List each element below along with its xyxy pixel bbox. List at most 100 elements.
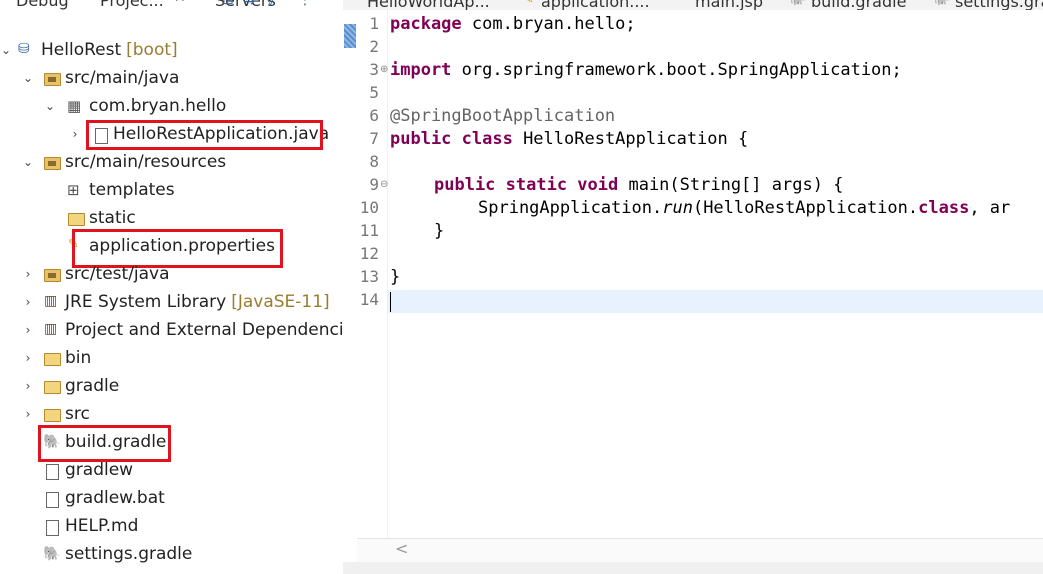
chevron-down-icon[interactable]: ⌄ (22, 71, 34, 85)
editor-tab-build-gradle[interactable]: build.gradle (811, 0, 906, 10)
tree-item-project[interactable]: ⌄ ⛁ HelloRest [boot] (0, 38, 343, 66)
folder-icon (44, 381, 61, 394)
code-line-13: } (390, 267, 400, 287)
code-line-3: import org.springframework.boot.SpringAp… (390, 60, 902, 80)
line-number: 1 (369, 14, 379, 33)
fold-expand-icon[interactable]: ⊕ (380, 64, 388, 75)
editor-tab-application[interactable]: application.... (541, 0, 650, 10)
package-icon: ▦ (67, 97, 82, 115)
tree-label: src/test/java (65, 264, 170, 284)
horizontal-scrollbar[interactable]: < (357, 538, 1043, 563)
source-folder-icon (44, 157, 61, 170)
line-number: 8 (369, 152, 379, 171)
chevron-down-icon[interactable]: ⌄ (0, 43, 12, 57)
library-icon: ▥ (44, 293, 58, 309)
project-decoration: [boot] (126, 40, 178, 60)
tree-item-templates[interactable]: ⊞ templates (0, 178, 343, 206)
folder-icon (44, 409, 61, 422)
tree-item-jre[interactable]: › ▥ JRE System Library [JavaSE-11] (0, 290, 343, 318)
tree-label: JRE System Library (65, 292, 227, 312)
keyword: public static void (434, 175, 619, 195)
tree-item-src-main-java[interactable]: ⌄ src/main/java (0, 66, 343, 94)
code-text: HelloRestApplication { (512, 129, 749, 149)
tab-debug[interactable]: Debug (16, 0, 69, 10)
line-number: 13 (359, 267, 379, 286)
editor-tab-bar: HelloWorldAp... ✎ application.... main.j… (343, 0, 1043, 10)
code-line-7: public class HelloRestApplication { (390, 129, 748, 149)
keyword: public class (390, 129, 513, 149)
fold-collapse-icon[interactable]: ⊖ (380, 179, 388, 190)
chevron-right-icon[interactable]: › (22, 351, 34, 365)
tree-item-settings-gradle[interactable]: 🐘 settings.gradle (0, 542, 343, 570)
current-line-highlight (388, 290, 1043, 313)
view-menu-icon[interactable]: ⋮ (298, 0, 312, 8)
gradle-elephant-icon: 🐘 (43, 546, 61, 562)
tree-label: src/main/java (65, 68, 180, 88)
tree-item-gradlew[interactable]: gradlew (0, 458, 343, 486)
code-text: , ar (969, 198, 1011, 218)
annotation: @SpringBootApplication (390, 106, 616, 126)
tree-item-bin[interactable]: › bin (0, 346, 343, 374)
tree-item-gradlew-bat[interactable]: gradlew.bat (0, 486, 343, 514)
keyword: import (390, 60, 452, 80)
tree-item-gradle[interactable]: › gradle (0, 374, 343, 402)
code-text: (HelloRestApplication. (692, 198, 919, 218)
editor-tab-settings-gradle[interactable]: settings.gra (955, 0, 1043, 10)
gradle-elephant-icon: 🐘 (789, 0, 805, 7)
source-folder-icon (44, 269, 61, 282)
code-text: main(String[] args) { (618, 175, 844, 195)
chevron-right-icon[interactable]: › (22, 407, 34, 421)
line-number: 6 (369, 106, 379, 125)
keyword: class (918, 198, 970, 218)
project-label: HelloRest (41, 40, 122, 60)
code-text: org.springframework.boot.SpringApplicati… (451, 60, 902, 80)
tab-project-explorer[interactable]: Projec... (100, 0, 164, 10)
highlight-box (38, 425, 171, 462)
method-call: run (662, 198, 693, 218)
properties-file-icon: ✎ (523, 0, 534, 7)
tree-label: com.bryan.hello (89, 96, 227, 116)
line-number: 11 (359, 221, 379, 240)
tree-item-src-main-resources[interactable]: ⌄ src/main/resources (0, 150, 343, 178)
chevron-right-icon[interactable]: › (22, 267, 34, 281)
line-number: 9 (369, 175, 379, 194)
scroll-left-icon[interactable]: < (395, 539, 408, 558)
code-text: com.bryan.hello; (461, 14, 636, 34)
chevron-down-icon[interactable]: ⌄ (22, 155, 34, 169)
tree-item-package[interactable]: ⌄ ▦ com.bryan.hello (0, 94, 343, 122)
tree-label: src (65, 404, 90, 424)
close-tab-icon[interactable]: ✕ (174, 0, 186, 6)
editor-tab-main-jsp[interactable]: main.jsp (695, 0, 763, 10)
tree-label: settings.gradle (65, 544, 193, 564)
project-icon: ⛁ (18, 41, 30, 57)
tree-item-help-md[interactable]: HELP.md (0, 514, 343, 542)
chevron-right-icon[interactable]: › (22, 295, 34, 309)
code-editor[interactable]: HelloWorldAp... ✎ application.... main.j… (343, 0, 1043, 574)
text-caret (390, 292, 391, 312)
tree-label: Project and External Dependencie (65, 320, 344, 340)
markdown-file-icon (46, 520, 59, 536)
file-icon (46, 492, 59, 508)
chevron-right-icon[interactable]: › (22, 323, 34, 337)
gradle-elephant-icon: 🐘 (933, 0, 949, 7)
code-line-9: public static void main(String[] args) { (434, 175, 843, 195)
library-icon: ▥ (44, 321, 58, 337)
tree-item-src-test-java[interactable]: › src/test/java (0, 262, 343, 290)
code-text: SpringApplication. (478, 198, 663, 218)
line-number: 14 (359, 290, 379, 309)
chevron-right-icon[interactable]: › (69, 127, 81, 141)
gutter-divider (387, 10, 388, 540)
code-line-1: package com.bryan.hello; (390, 14, 636, 34)
line-number: 3 (369, 60, 379, 79)
chevron-down-icon[interactable]: ⌄ (44, 99, 56, 113)
collapse-all-icon[interactable]: ⊟ (222, 0, 234, 8)
chevron-right-icon[interactable]: › (22, 379, 34, 393)
tree-label: bin (65, 348, 92, 368)
filter-icon[interactable]: ▽ (265, 0, 276, 8)
tree-item-dependencies[interactable]: › ▥ Project and External Dependencie (0, 318, 343, 346)
tree-label: gradlew.bat (65, 488, 165, 508)
tree-label: gradlew (65, 460, 134, 480)
folder-icon (44, 353, 61, 366)
editor-tab-helloworld[interactable]: HelloWorldAp... (367, 0, 490, 10)
link-editor-icon[interactable]: ⇆ (243, 0, 255, 8)
